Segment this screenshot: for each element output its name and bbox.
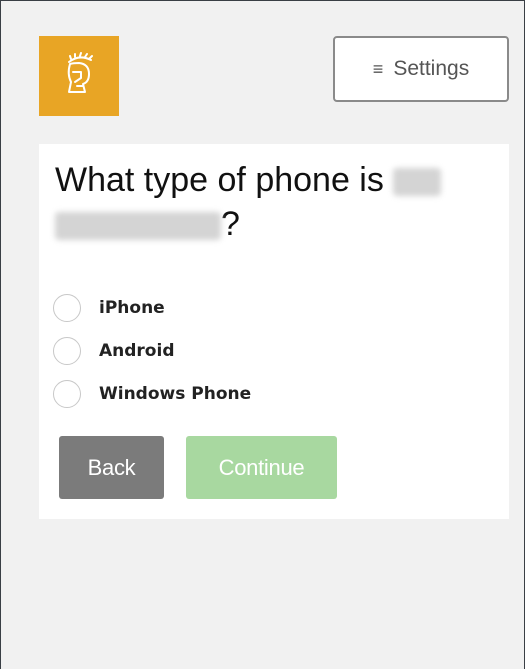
school-logo[interactable] — [39, 36, 119, 116]
question-card: What type of phone is ? iPhone Android W… — [39, 144, 509, 519]
question-text: What type of phone is — [55, 161, 384, 199]
option-windows-phone[interactable]: Windows Phone — [53, 372, 251, 415]
radio-windows-phone[interactable] — [53, 379, 81, 408]
radio-android[interactable] — [53, 336, 81, 365]
radio-iphone[interactable] — [53, 293, 81, 322]
redacted-phone-number-part2 — [55, 212, 221, 241]
redacted-phone-number-part1 — [393, 168, 442, 197]
spartan-helmet-logo-icon — [67, 52, 93, 93]
settings-button[interactable]: ≡ Settings — [333, 36, 509, 102]
option-label-iphone: iPhone — [99, 297, 165, 318]
hamburger-icon: ≡ — [372, 59, 384, 79]
question-mark: ? — [221, 205, 240, 243]
phone-type-options: iPhone Android Windows Phone — [53, 286, 251, 415]
option-label-windows-phone: Windows Phone — [99, 383, 252, 404]
app-frame: ≡ Settings What type of phone is ? iPhon… — [0, 0, 525, 669]
continue-button[interactable]: Continue — [186, 436, 337, 499]
settings-button-label: Settings — [393, 57, 470, 80]
option-android[interactable]: Android — [53, 329, 251, 372]
back-button[interactable]: Back — [59, 436, 164, 499]
question-heading: What type of phone is ? — [55, 158, 495, 246]
option-iphone[interactable]: iPhone — [53, 286, 251, 329]
option-label-android: Android — [99, 340, 175, 361]
